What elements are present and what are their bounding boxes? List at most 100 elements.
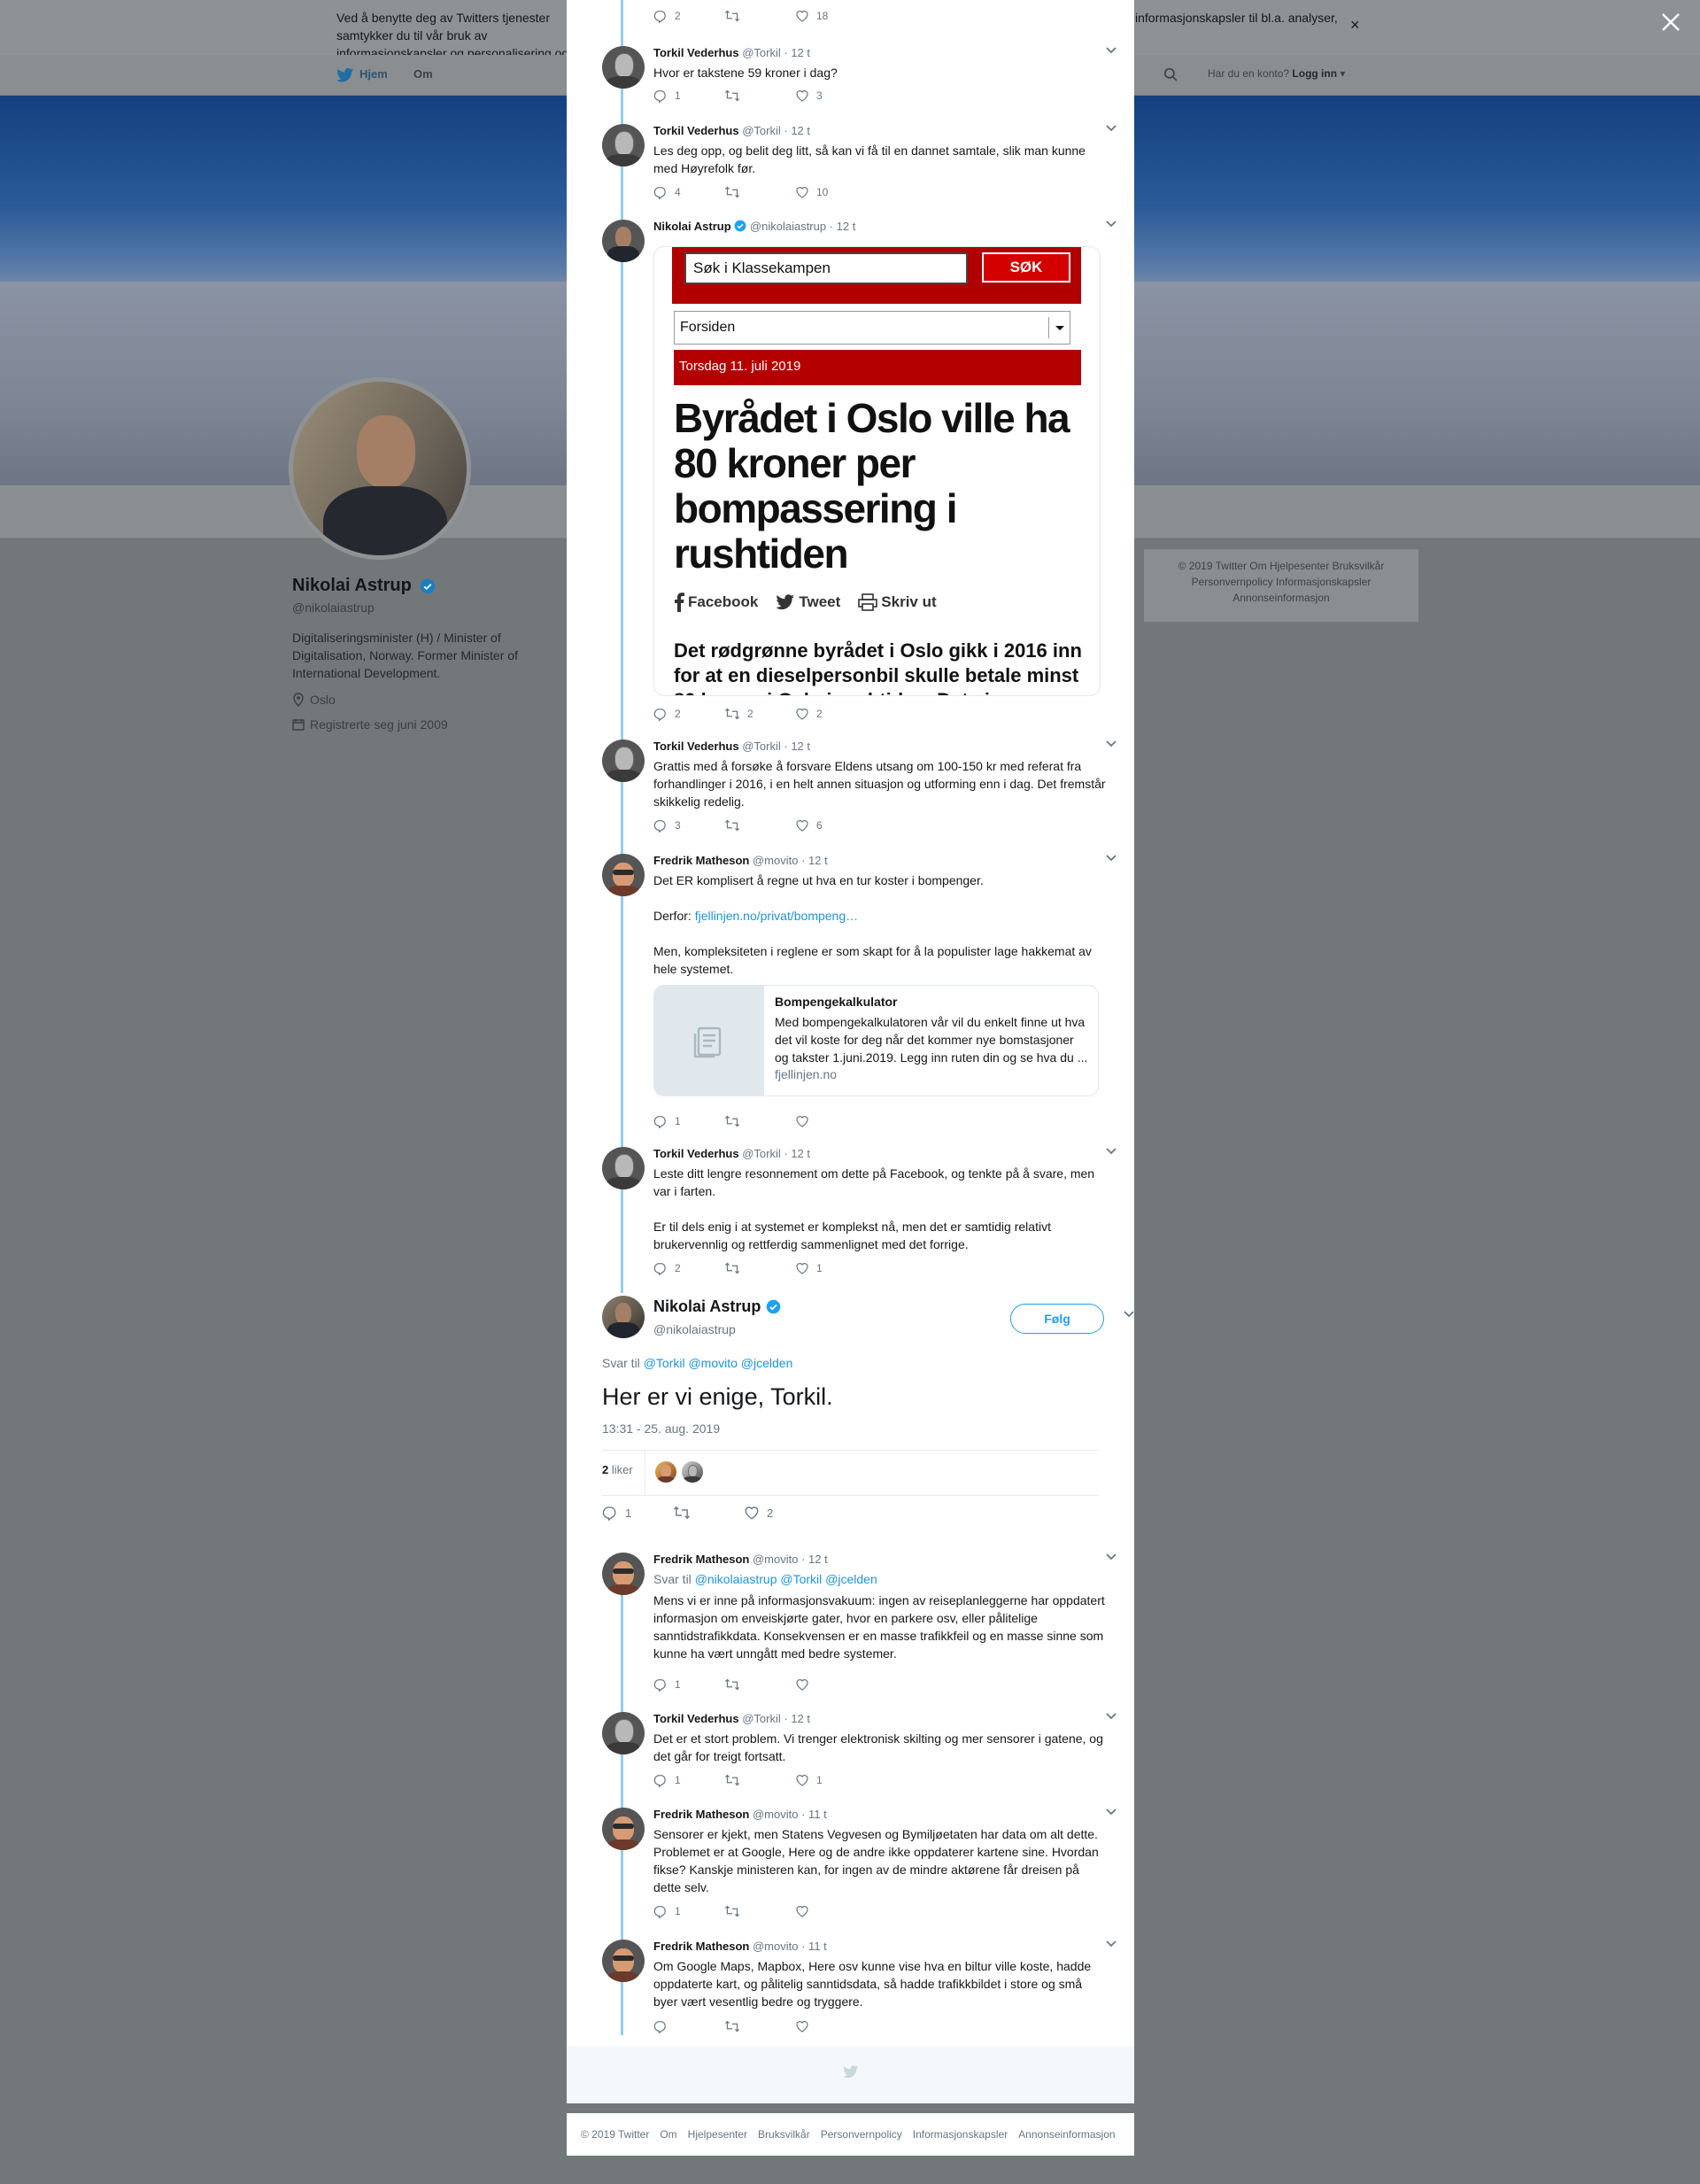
like-button[interactable]: 2: [795, 707, 866, 721]
reply-button[interactable]: 1: [653, 1773, 724, 1787]
tweet-attached-image[interactable]: Søk i Klassekampen SØK Forsiden Torsdag …: [653, 246, 1101, 696]
tweet-author-handle[interactable]: @Torkil: [742, 1712, 781, 1725]
tweet-author-handle[interactable]: @Torkil: [742, 46, 781, 59]
footer-link-about[interactable]: Om: [660, 2128, 676, 2141]
retweet-button[interactable]: [673, 1505, 744, 1521]
chevron-down-icon[interactable]: [1105, 46, 1117, 55]
search-icon[interactable]: [1163, 67, 1178, 82]
chevron-down-icon[interactable]: [1105, 740, 1117, 748]
reply-button[interactable]: 1: [653, 89, 724, 103]
like-button[interactable]: [795, 1904, 866, 1918]
account-prompt[interactable]: Har du en konto? Logg inn ▾: [1208, 67, 1345, 80]
login-link[interactable]: Logg inn: [1292, 67, 1337, 80]
reply-mentions[interactable]: @Torkil @movito @jcelden: [644, 1356, 793, 1370]
like-button[interactable]: 18: [795, 9, 866, 23]
avatar[interactable]: [602, 46, 645, 89]
tweet-time[interactable]: · 12 t: [784, 1147, 810, 1160]
main-tweet-timestamp[interactable]: 13:31 - 25. aug. 2019: [602, 1421, 720, 1436]
like-button[interactable]: [795, 2019, 866, 2033]
avatar[interactable]: [602, 1808, 645, 1850]
tweet-author-handle[interactable]: @Torkil: [742, 124, 781, 137]
likes-stat[interactable]: 2 liker: [602, 1463, 633, 1476]
tweet[interactable]: Torkil Vederhus @Torkil · 12 t Grattis m…: [602, 740, 1117, 837]
like-button[interactable]: 2: [744, 1505, 815, 1521]
tweet-time[interactable]: · 12 t: [784, 124, 810, 137]
tweet-time[interactable]: · 12 t: [801, 1553, 828, 1566]
tweet-author-name[interactable]: Fredrik Matheson: [653, 1940, 749, 1953]
avatar[interactable]: [602, 124, 645, 167]
tweet-time[interactable]: · 12 t: [784, 740, 810, 753]
tweet-link[interactable]: fjellinjen.no/privat/bompeng…: [695, 909, 858, 923]
chevron-down-icon[interactable]: [1105, 1808, 1117, 1816]
tweet-author-handle[interactable]: @Torkil: [742, 1147, 781, 1160]
sidebar-footer-line2[interactable]: Personvernpolicy Informasjonskapsler: [1144, 574, 1418, 590]
tweet-author-name[interactable]: Fredrik Matheson: [653, 854, 749, 867]
retweet-button[interactable]: [724, 89, 795, 103]
tweet-author-name[interactable]: Nikolai Astrup: [653, 220, 731, 233]
tweet-time[interactable]: · 12 t: [784, 1712, 810, 1725]
tweet-author-handle[interactable]: @nikolaiastrup: [750, 220, 826, 233]
tweet-time[interactable]: · 11 t: [801, 1808, 827, 1821]
reply-button[interactable]: 1: [602, 1505, 673, 1521]
chevron-down-icon[interactable]: [1105, 1147, 1117, 1156]
tweet-author-handle[interactable]: @Torkil: [742, 740, 781, 753]
chevron-down-icon[interactable]: [1105, 854, 1117, 863]
retweet-button[interactable]: [724, 818, 795, 833]
home-bird-icon[interactable]: [336, 67, 354, 83]
tweet[interactable]: Torkil Vederhus @Torkil · 12 t Leste dit…: [602, 1147, 1117, 1280]
tweet-author-handle[interactable]: @movito: [753, 1940, 799, 1953]
tweet-time[interactable]: · 12 t: [801, 854, 828, 867]
tweet-author-handle[interactable]: @movito: [753, 1553, 799, 1566]
retweet-button[interactable]: [724, 185, 795, 199]
tweet-author-name[interactable]: Fredrik Matheson: [653, 1808, 749, 1821]
tweet[interactable]: Torkil Vederhus @Torkil · 12 t Hvor er t…: [602, 46, 1117, 108]
liker-avatar[interactable]: [682, 1461, 703, 1483]
retweet-button[interactable]: [724, 1114, 795, 1128]
tweet-author-name[interactable]: Torkil Vederhus: [653, 46, 739, 59]
reply-tweet[interactable]: Fredrik Matheson @movito · 11 t Om Googl…: [602, 1940, 1117, 2039]
reply-tweet[interactable]: Fredrik Matheson @movito · 12 t Svar til…: [602, 1553, 1117, 1694]
tweet-time[interactable]: · 12 t: [830, 220, 856, 233]
like-button[interactable]: 10: [795, 185, 866, 199]
reply-button[interactable]: 4: [653, 185, 724, 199]
profile-avatar[interactable]: [289, 377, 471, 560]
retweet-button[interactable]: [724, 1904, 795, 1918]
nav-about[interactable]: Om: [413, 67, 433, 81]
retweet-button[interactable]: [724, 2019, 795, 2033]
main-tweet-author[interactable]: Nikolai Astrup: [653, 1297, 781, 1316]
retweet-button[interactable]: 2: [724, 707, 795, 721]
reply-button[interactable]: 1: [653, 1677, 724, 1692]
close-icon[interactable]: [1658, 9, 1684, 35]
avatar[interactable]: [602, 1553, 645, 1595]
tweet-author-name[interactable]: Torkil Vederhus: [653, 124, 739, 137]
reply-mentions[interactable]: @nikolaiastrup @Torkil @jcelden: [695, 1572, 877, 1586]
tweet-author-name[interactable]: Fredrik Matheson: [653, 1553, 749, 1566]
reply-tweet[interactable]: Fredrik Matheson @movito · 11 t Sensorer…: [602, 1808, 1117, 1925]
footer-link-help[interactable]: Hjelpesenter: [688, 2128, 747, 2141]
tweet-time[interactable]: · 12 t: [784, 46, 810, 59]
nav-home[interactable]: Hjem: [359, 67, 388, 81]
follow-button[interactable]: Følg: [1010, 1304, 1104, 1334]
main-tweet-handle[interactable]: @nikolaiastrup: [653, 1322, 736, 1336]
tweet-author-name[interactable]: Torkil Vederhus: [653, 1147, 739, 1160]
cookie-close-icon[interactable]: ×: [1350, 16, 1360, 34]
chevron-down-icon[interactable]: [1123, 1310, 1134, 1319]
tweet-author-handle[interactable]: @movito: [753, 854, 799, 867]
retweet-button[interactable]: [724, 9, 795, 23]
chevron-down-icon[interactable]: [1105, 124, 1117, 133]
link-preview-card[interactable]: Bompengekalkulator Med bompengekalkulato…: [653, 985, 1099, 1096]
footer-link-terms[interactable]: Bruksvilkår: [758, 2128, 810, 2141]
avatar[interactable]: [602, 740, 645, 782]
footer-link-privacy[interactable]: Personvernpolicy: [821, 2128, 902, 2141]
like-button[interactable]: 1: [795, 1773, 866, 1787]
retweet-button[interactable]: [724, 1677, 795, 1692]
avatar[interactable]: [602, 854, 645, 896]
chevron-down-icon[interactable]: [1105, 1712, 1117, 1721]
sidebar-footer-line3[interactable]: Annonseinformasjon: [1144, 590, 1418, 606]
tweet-author-handle[interactable]: @movito: [753, 1808, 799, 1821]
like-button[interactable]: [795, 1114, 866, 1128]
footer-link-cookies[interactable]: Informasjonskapsler: [913, 2128, 1008, 2141]
like-button[interactable]: 3: [795, 89, 866, 103]
reply-button[interactable]: 1: [653, 1114, 724, 1128]
tweet[interactable]: Torkil Vederhus @Torkil · 12 t Les deg o…: [602, 124, 1117, 205]
